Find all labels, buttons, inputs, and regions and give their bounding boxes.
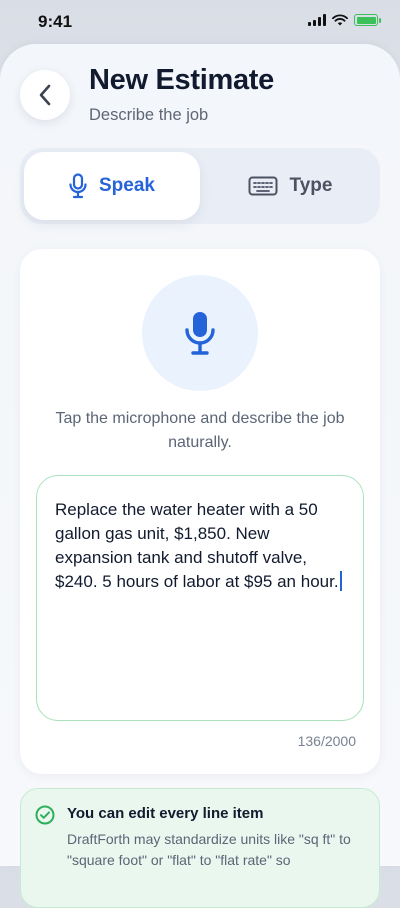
microphone-icon (69, 173, 87, 199)
status-icons (308, 14, 381, 26)
wifi-icon (332, 14, 348, 26)
tab-type-label: Type (289, 175, 333, 196)
tab-speak-label: Speak (99, 175, 155, 196)
back-button[interactable] (20, 70, 70, 120)
status-bar: 9:41 (0, 0, 400, 44)
job-description-text: Replace the water heater with a 50 gallo… (55, 500, 339, 591)
microphone-icon (185, 312, 215, 355)
estimate-sheet: New Estimate Describe the job Speak Type (0, 44, 400, 908)
record-button[interactable] (142, 275, 258, 391)
recording-hint: Tap the microphone and describe the job … (55, 410, 345, 451)
check-circle-icon (35, 805, 55, 825)
speak-card: Tap the microphone and describe the job … (20, 249, 380, 774)
page-subtitle: Describe the job (89, 106, 209, 124)
job-description-field[interactable]: Replace the water heater with a 50 gallo… (36, 475, 364, 721)
keyboard-icon (248, 176, 278, 196)
notice-title: You can edit every line item (67, 805, 264, 822)
tab-speak[interactable]: Speak (24, 152, 200, 220)
chevron-left-icon (39, 84, 51, 106)
status-time: 9:41 (38, 12, 73, 31)
input-mode-segmented-control: Speak Type (20, 148, 380, 224)
edit-notice: You can edit every line item DraftForth … (20, 788, 380, 908)
cellular-signal-icon (308, 14, 326, 26)
text-caret (339, 571, 342, 591)
notice-body: DraftForth may standardize units like "s… (67, 831, 351, 868)
battery-icon (354, 14, 381, 26)
page-title: New Estimate (89, 64, 274, 96)
character-counter: 136/2000 (297, 733, 356, 749)
tab-type[interactable]: Type (204, 152, 376, 220)
